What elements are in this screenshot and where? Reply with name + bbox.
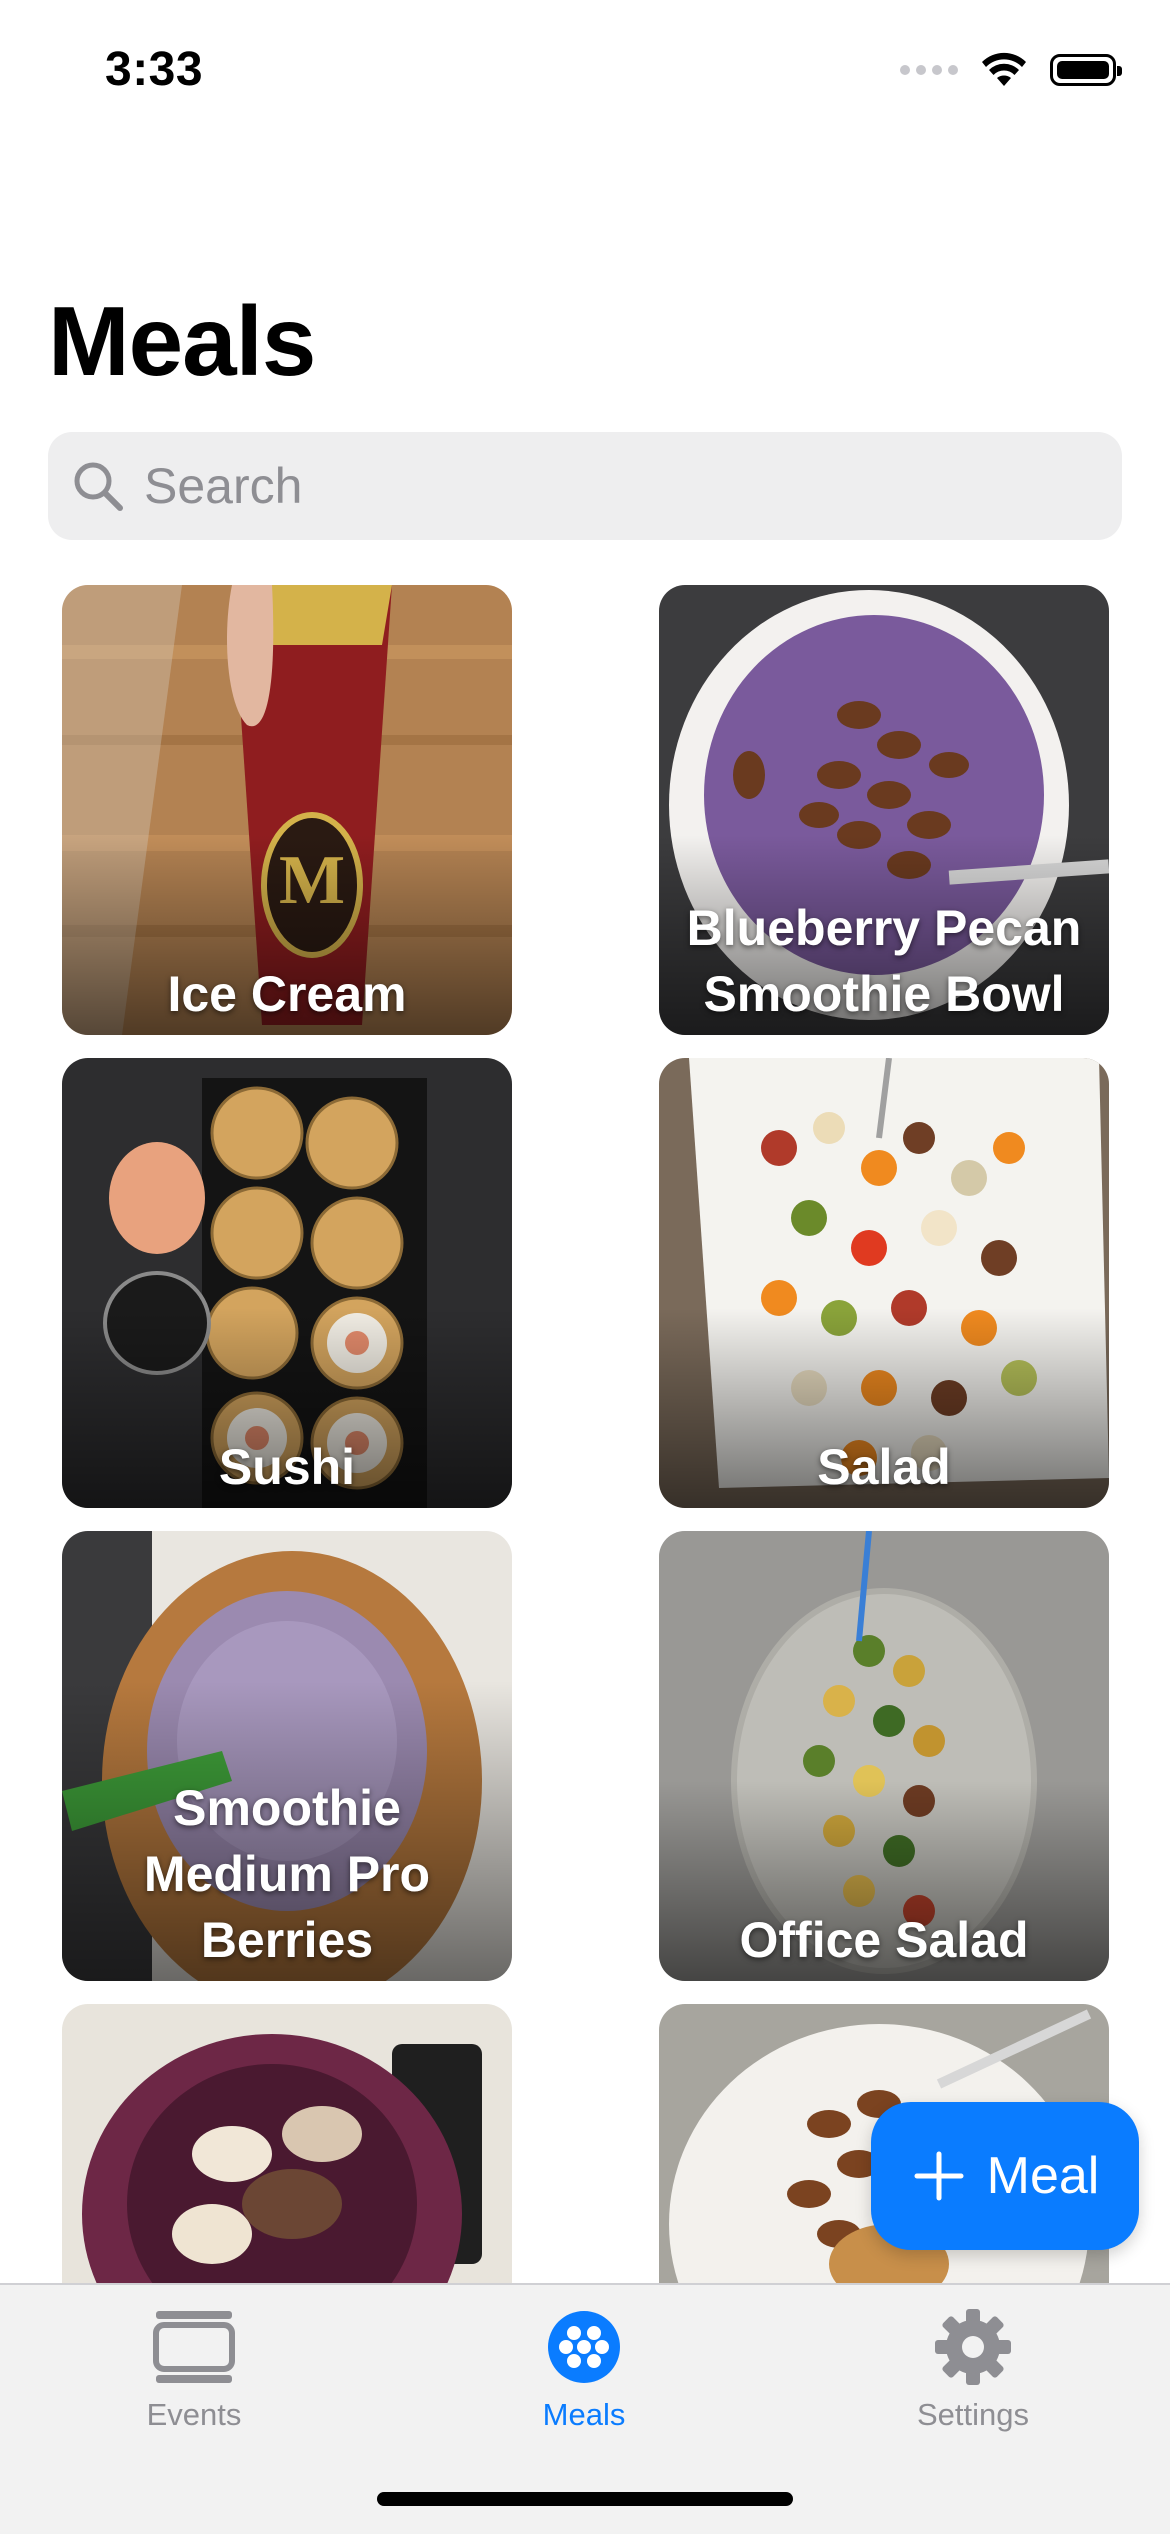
tab-events[interactable]: Events — [44, 2285, 344, 2465]
meal-card[interactable] — [62, 2004, 512, 2285]
status-icons — [900, 52, 1122, 88]
meal-card[interactable]: Smoothie Medium Pro Berries — [62, 1531, 512, 1981]
meal-card[interactable]: Blueberry Pecan Smoothie Bowl — [659, 585, 1109, 1035]
add-meal-button[interactable]: Meal — [871, 2102, 1139, 2250]
meal-name: Office Salad — [739, 1912, 1029, 1968]
meal-card[interactable]: Salad — [659, 1058, 1109, 1508]
gear-icon — [935, 2309, 1011, 2385]
meal-name: Salad — [817, 1439, 951, 1495]
tab-settings[interactable]: Settings — [823, 2285, 1123, 2465]
meals-grid[interactable]: M Ice Cream Bluebe — [62, 585, 1110, 2285]
meal-card[interactable]: Sushi — [62, 1058, 512, 1508]
plus-icon — [914, 2151, 964, 2201]
tab-label: Settings — [916, 2397, 1029, 2432]
meal-name: Smoothie Medium Pro Berries — [143, 1780, 431, 1968]
meal-card[interactable]: Office Salad — [659, 1531, 1109, 1981]
meal-name: Blueberry Pecan Smoothie Bowl — [686, 900, 1082, 1022]
events-icon — [153, 2311, 235, 2383]
add-meal-label: Meal — [986, 2147, 1100, 2205]
status-time: 3:33 — [105, 43, 204, 96]
cellular-signal-icon — [900, 65, 958, 75]
meal-name: Ice Cream — [167, 966, 407, 1022]
tab-bar: Events Meals Settings — [0, 2283, 1170, 2534]
page-title: Meals — [48, 286, 316, 396]
home-indicator — [377, 2492, 793, 2506]
search-input[interactable] — [142, 456, 1046, 516]
status-bar: 3:33 — [0, 0, 1170, 150]
battery-icon — [1050, 54, 1122, 86]
tab-label: Events — [146, 2397, 242, 2432]
search-bar[interactable] — [48, 432, 1122, 540]
tab-meals[interactable]: Meals — [434, 2285, 734, 2465]
meals-icon — [548, 2311, 620, 2383]
wifi-icon — [982, 52, 1026, 86]
search-icon — [74, 462, 123, 511]
meal-photo — [62, 2004, 512, 2285]
meal-name: Sushi — [218, 1439, 356, 1495]
meal-card[interactable]: M Ice Cream — [62, 585, 512, 1035]
tab-label: Meals — [542, 2397, 626, 2432]
